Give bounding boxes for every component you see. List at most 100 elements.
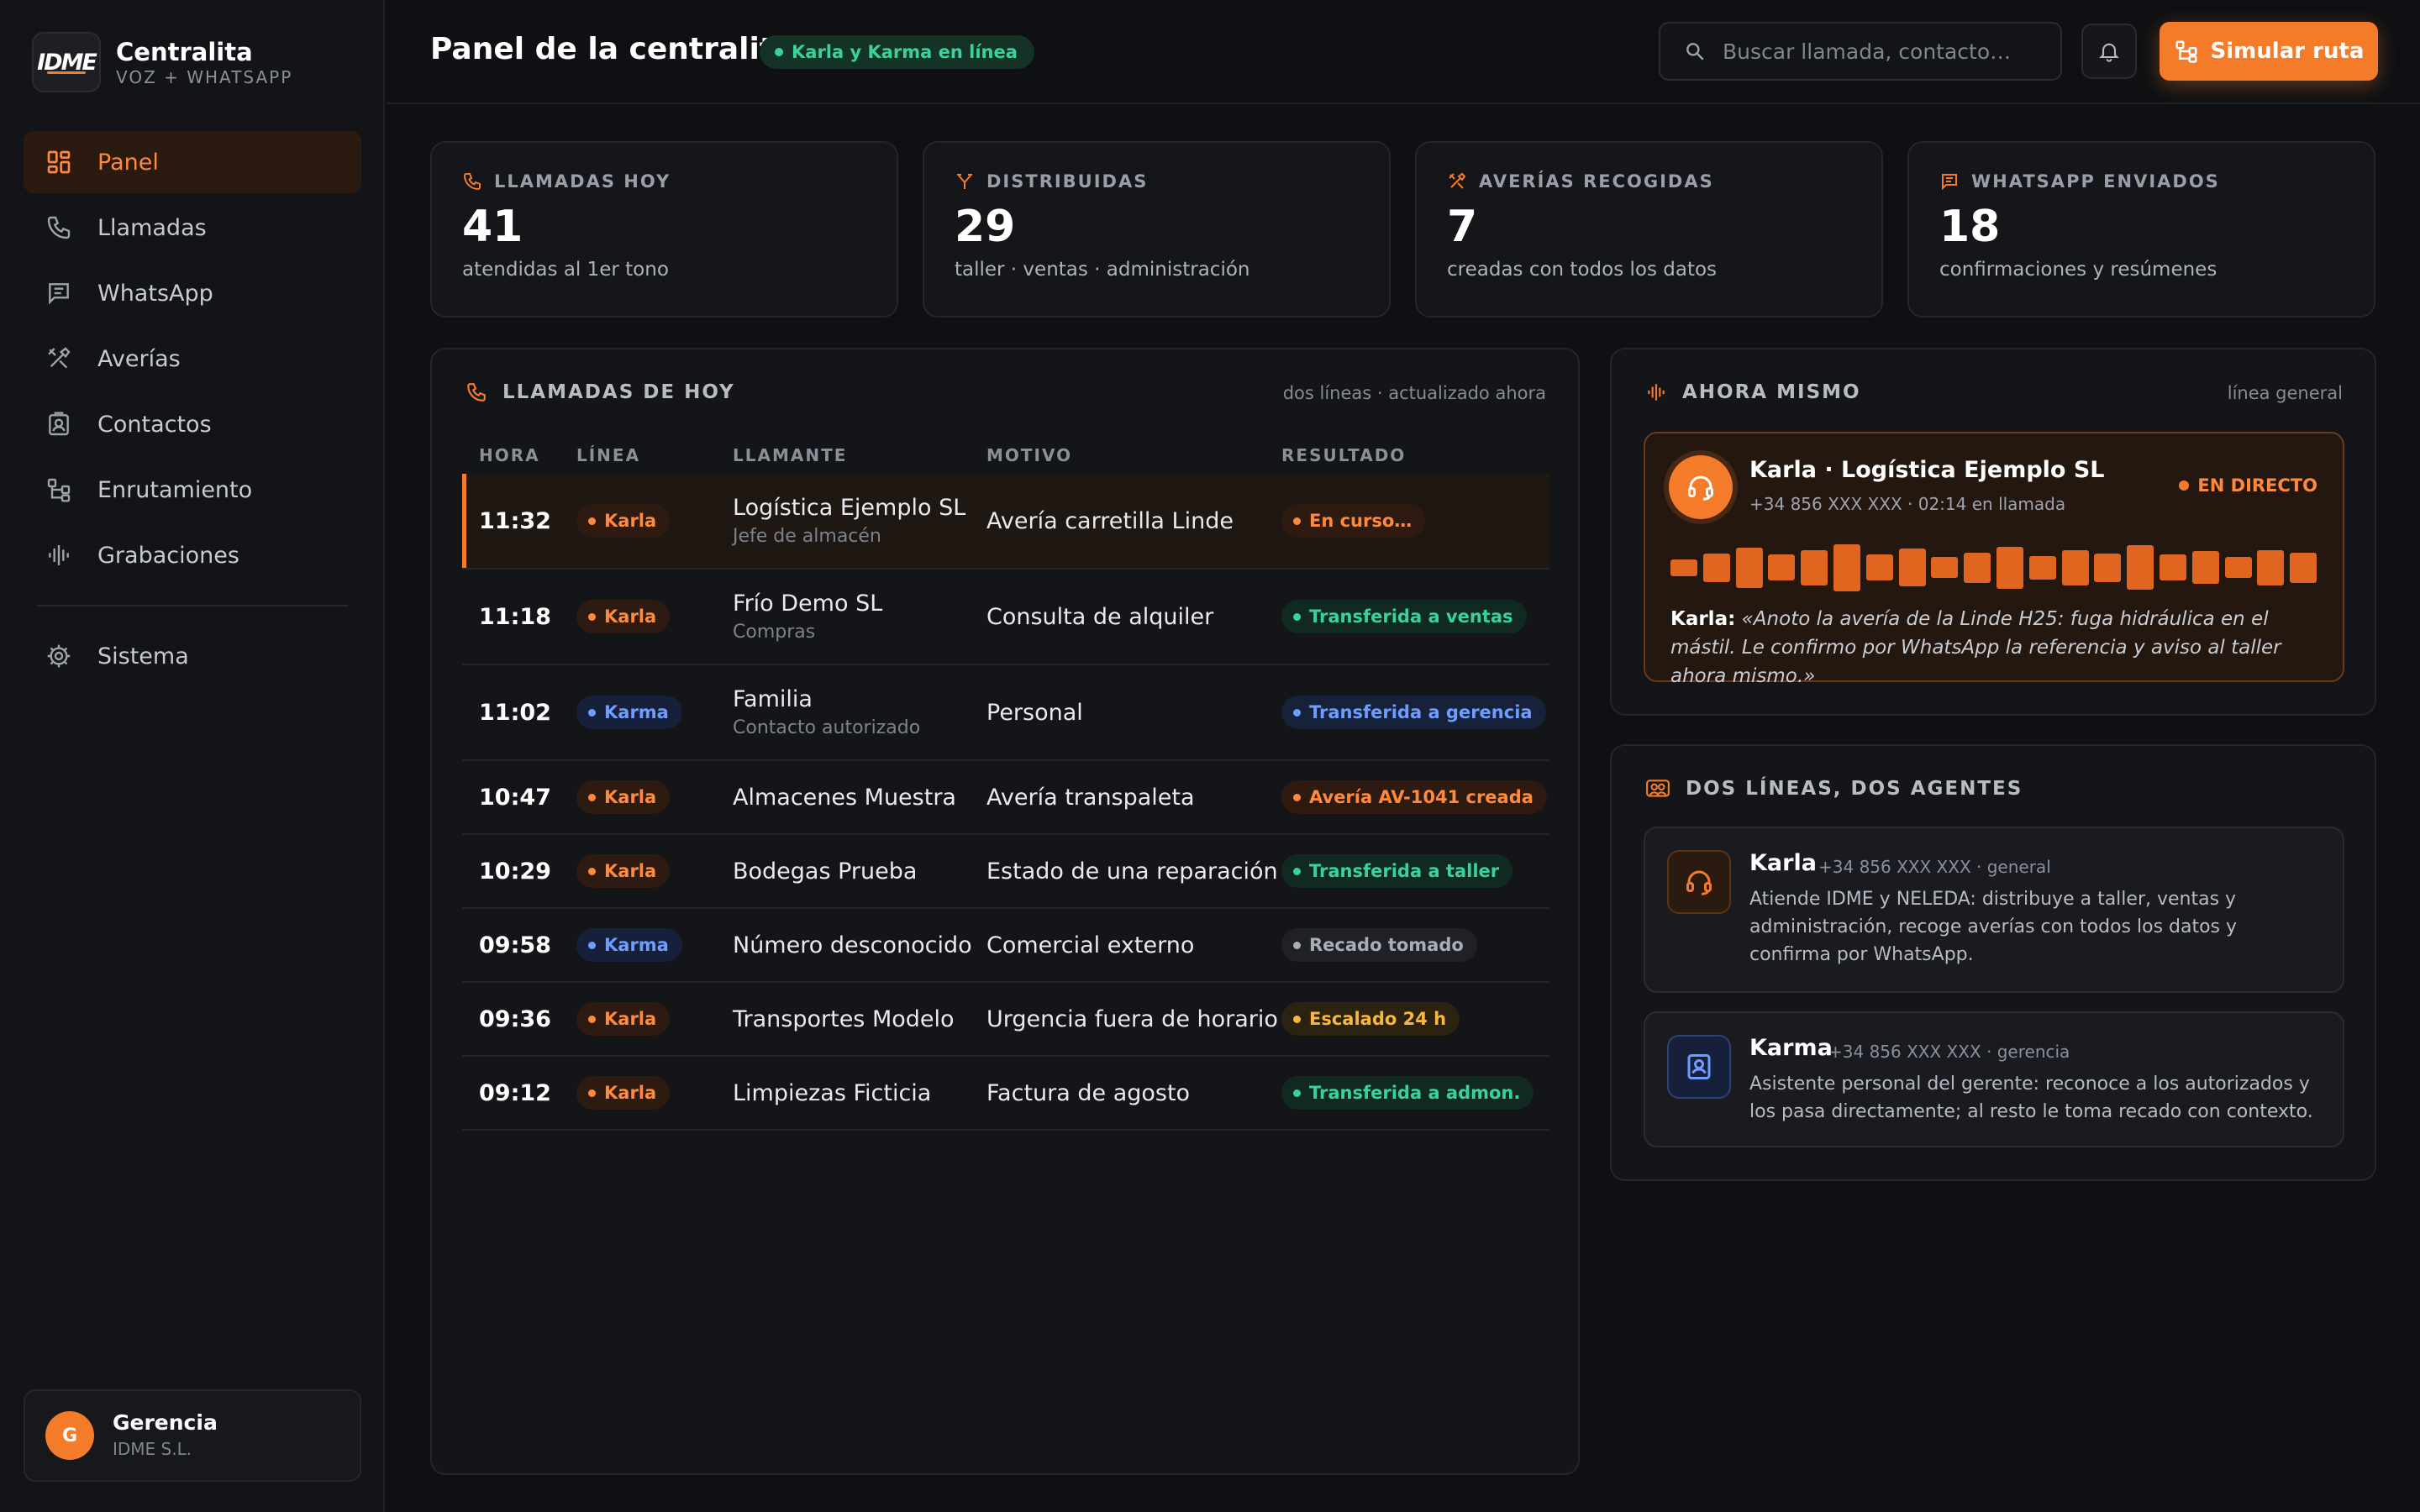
stat-card-calls: LLAMADAS HOY 41 atendidas al 1er tono [430,141,898,318]
panel-title: LLAMADAS DE HOY [502,381,735,403]
line-dot [588,612,596,621]
sidebar-item-whatsapp[interactable]: WhatsApp [24,262,361,324]
sidebar-item-enrutamiento[interactable]: Enrutamiento [24,459,361,521]
caller-role: Jefe de almacén [733,526,881,547]
stat-value: 18 [1939,202,2001,252]
waveform-bar [2290,553,2317,583]
user-card[interactable]: G Gerencia IDME S.L. [24,1389,361,1482]
column-header-caller[interactable]: LLAMANTE [733,445,847,465]
call-time: 11:18 [479,603,551,630]
message-icon [49,283,69,305]
result-label: Avería AV-1041 creada [1309,787,1534,807]
line-badge: Karla [576,1002,671,1036]
call-time: 11:02 [479,699,551,726]
column-header-reason[interactable]: MOTIVO [986,445,1072,465]
stat-value: 7 [1447,202,1478,252]
search-box[interactable] [1659,22,2062,81]
table-row[interactable]: 11:02 Karma Familia Contacto autorizado Pers… [462,665,1549,761]
live-call-card[interactable]: Karla · Logística Ejemplo SL +34 856 XXX… [1644,432,2344,687]
sidebar-item-label: Contactos [97,411,212,438]
line-dot [588,793,596,801]
caller-cell: Limpiezas Ficticia [733,1057,931,1129]
line-dot [588,1015,596,1023]
table-row[interactable]: 10:47 Karla Almacenes Muestra Avería transp… [462,761,1549,835]
caller-cell: Número desconocido [733,909,972,981]
agent-name: Karla [1749,850,1817,876]
result-badge: Transferida a taller [1281,854,1513,888]
panel-title: DOS LÍNEAS, DOS AGENTES [1686,778,2023,800]
agents-panel: DOS LÍNEAS, DOS AGENTES Karla +34 856 XX… [1610,744,2376,1181]
caller-cell: Frío Demo SL Compras [733,570,882,664]
table-row[interactable]: 09:58 Karma Número desconocido Comercial ex… [462,909,1549,983]
topbar: Panel de la centralita Karla y Karma en … [387,0,2420,104]
live-transcript: Karla: «Anoto la avería de la Linde H25:… [1670,605,2326,690]
waveform-bar [1996,547,2023,589]
caller-role: Compras [733,622,816,643]
line-label: Karla [604,861,657,881]
simulate-route-button[interactable]: Simular ruta [2160,22,2378,81]
result-cell: Transferida a taller [1281,835,1513,907]
line-label: Karma [604,702,669,722]
column-header-line[interactable]: LÍNEA [576,445,640,465]
table-row[interactable]: 10:29 Karla Bodegas Prueba Estado de una re… [462,835,1549,909]
result-badge: Transferida a gerencia [1281,696,1546,729]
agent-icon-box [1667,1035,1731,1099]
users-icon [1646,780,1670,797]
line-cell: Karla [576,983,671,1055]
sidebar-item-contactos[interactable]: Contactos [24,393,361,455]
line-badge: Karla [576,504,671,538]
line-dot [588,1089,596,1097]
stat-label: WHATSAPP ENVIADOS [1971,171,2220,192]
agent-description: Asistente personal del gerente: reconoce… [1749,1074,2313,1122]
waveform-bar [1866,554,1893,580]
table-row[interactable]: 11:32 Karla Logística Ejemplo SL Jefe de al… [462,474,1549,570]
call-time: 10:29 [479,858,551,885]
stat-sub: confirmaciones y resúmenes [1939,259,2217,281]
agent-number: +34 856 XXX XXX · gerencia [1828,1042,2070,1062]
waveform-bar [2029,556,2056,580]
brand-subtitle: VOZ + WHATSAPP [116,67,293,87]
agent-card-karla[interactable]: Karla +34 856 XXX XXX · general Atiende … [1644,827,2344,993]
sidebar-item-llamadas[interactable]: Llamadas [24,197,361,259]
headset-icon [1688,475,1713,501]
waveform-bar [2127,545,2154,590]
split-icon [957,174,972,189]
result-label: Recado tomado [1309,935,1464,955]
sidebar-item-averias[interactable]: Averías [24,328,361,390]
column-header-result[interactable]: RESULTADO [1281,445,1406,465]
table-row[interactable]: 11:18 Karla Frío Demo SL Compras Consulta de… [462,570,1549,665]
line-label: Karla [604,787,657,807]
calls-panel: LLAMADAS DE HOY dos líneas · actualizado… [430,348,1580,1475]
headset-icon [1686,870,1712,895]
search-icon [1686,43,1704,60]
logo: IDME [32,32,101,92]
sidebar-item-panel[interactable]: Panel [24,131,361,193]
caller-cell: Transportes Modelo [733,983,955,1055]
table-row[interactable]: 09:12 Karla Limpiezas Ficticia Factura de a… [462,1057,1549,1131]
caller-cell: Familia Contacto autorizado [733,665,920,759]
sidebar-item-sistema[interactable]: Sistema [24,625,361,687]
line-label: Karla [604,511,657,531]
sidebar-item-label: Llamadas [97,214,207,241]
call-reason: Factura de agosto [986,1079,1191,1106]
agent-card-karma[interactable]: Karma +34 856 XXX XXX · gerencia Asisten… [1644,1011,2344,1147]
result-badge: Transferida a admon. [1281,1076,1534,1110]
table-row[interactable]: 09:36 Karla Transportes Modelo Urgencia fue… [462,983,1549,1057]
result-dot [1293,517,1301,525]
search-input[interactable] [1723,39,2042,64]
sidebar-item-grabaciones[interactable]: Grabaciones [24,524,361,586]
caller-name: Familia [733,686,813,712]
waveform-bar [2062,550,2089,585]
call-time: 10:47 [479,784,551,811]
panel-meta: dos líneas · actualizado ahora [1282,383,1546,403]
column-header-time[interactable]: HORA [479,445,540,465]
brand[interactable]: IDME Centralita VOZ + WHATSAPP [32,32,292,92]
waveform-bar [1768,554,1795,580]
now-panel: AHORA MISMO línea general Karla · Logíst… [1610,348,2376,716]
result-label: Transferida a taller [1309,861,1500,881]
sidebar-nav: Panel Llamadas WhatsApp Averías Contacto… [24,131,361,690]
notifications-button[interactable] [2081,24,2137,79]
waveform-bar [2094,554,2121,582]
gear-icon [47,644,71,668]
call-reason: Urgencia fuera de horario [986,1005,1278,1032]
